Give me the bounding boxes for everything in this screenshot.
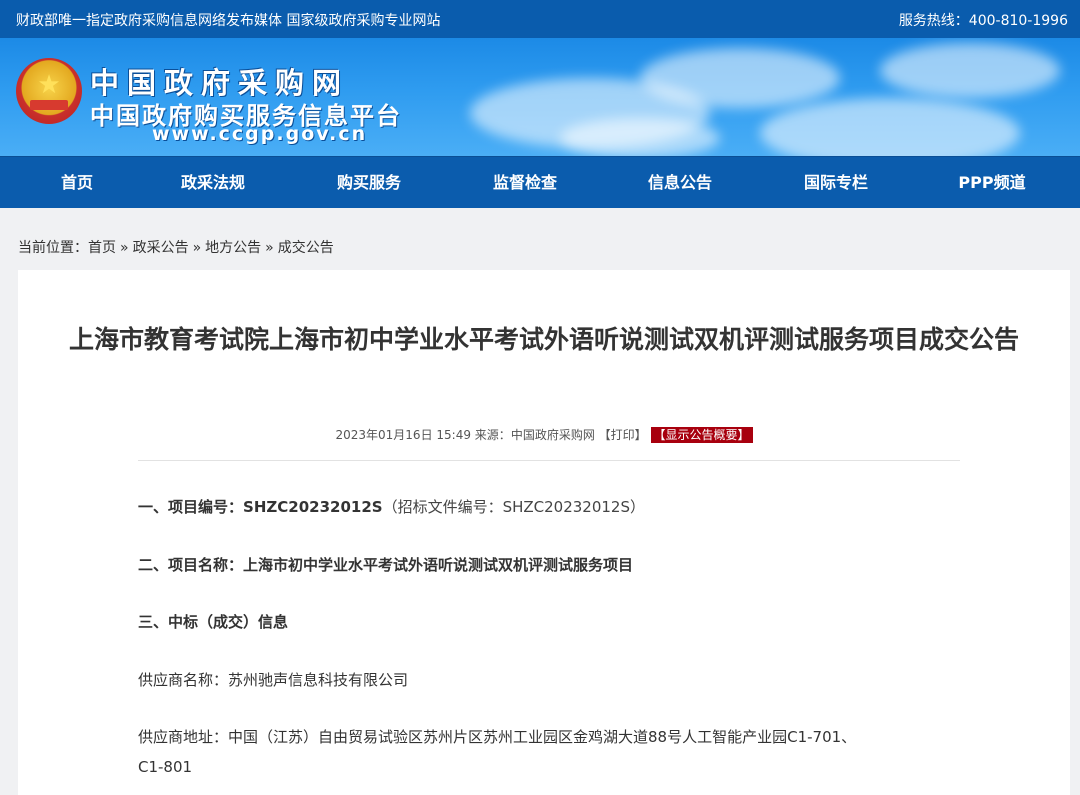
show-summary-button[interactable]: 【显示公告概要】	[650, 427, 753, 443]
award-info-heading: 三、中标（成交）信息	[138, 611, 288, 632]
breadcrumb-local[interactable]: 地方公告	[205, 240, 261, 256]
nav-item-international[interactable]: 国际专栏	[776, 157, 896, 209]
article-card: 上海市教育考试院上海市初中学业水平考试外语听说测试双机评测试服务项目成交公告 2…	[18, 270, 1070, 795]
project-number-line: 一、项目编号：SHZC20232012S（招标文件编号：SHZC20232012…	[138, 496, 645, 517]
nav-item-supervision[interactable]: 监督检查	[465, 157, 585, 209]
supplier-name: 苏州驰声信息科技有限公司	[228, 671, 409, 689]
print-link[interactable]: 【打印】	[599, 428, 647, 442]
project-name-line: 二、项目名称：上海市初中学业水平考试外语听说测试双机评测试服务项目	[138, 554, 633, 575]
breadcrumb-separator: »	[120, 240, 129, 256]
site-banner: ★ 中国政府采购网 中国政府购买服务信息平台 www.ccgp.gov.cn	[0, 38, 1080, 156]
breadcrumb-prefix: 当前位置：	[18, 240, 88, 256]
site-logo-url: www.ccgp.gov.cn	[152, 123, 368, 145]
breadcrumb-deal[interactable]: 成交公告	[278, 240, 334, 256]
breadcrumb-home[interactable]: 首页	[88, 240, 116, 256]
nav-item-announcements[interactable]: 信息公告	[620, 157, 740, 209]
supplier-address-line2: C1-801	[138, 758, 193, 776]
breadcrumb-separator: »	[265, 240, 274, 256]
service-hotline: 服务热线：400-810-1996	[898, 13, 1068, 29]
project-name-value: 上海市初中学业水平考试外语听说测试双机评测试服务项目	[243, 556, 634, 574]
article-title: 上海市教育考试院上海市初中学业水平考试外语听说测试双机评测试服务项目成交公告	[68, 325, 1019, 354]
nav-item-ppp[interactable]: PPP频道	[932, 157, 1052, 209]
project-number-label: 一、项目编号：	[138, 498, 244, 516]
article-meta: 2023年01月16日 15:49 来源：中国政府采购网 【打印】 【显示公告概…	[18, 426, 1070, 443]
top-info-bar: 财政部唯一指定政府采购信息网络发布媒体 国家级政府采购专业网站 服务热线：400…	[0, 0, 1080, 38]
tender-doc-number: （招标文件编号：SHZC20232012S）	[382, 498, 645, 516]
project-number-value: SHZC20232012S	[243, 498, 383, 516]
supplier-address-label: 供应商地址：	[138, 728, 229, 746]
publish-datetime: 2023年01月16日 15:49	[335, 428, 471, 442]
supplier-address: 中国（江苏）自由贸易试验区苏州片区苏州工业园区金鸡湖大道88号人工智能产业园C1…	[228, 728, 857, 746]
supplier-address-continued: C1-801	[138, 758, 192, 776]
source-name: 中国政府采购网	[510, 428, 595, 442]
site-slogan: 财政部唯一指定政府采购信息网络发布媒体 国家级政府采购专业网站	[16, 13, 441, 29]
breadcrumb: 当前位置：首页» 政采公告» 地方公告» 成交公告	[18, 237, 334, 257]
source-label: 来源：	[474, 428, 511, 442]
meta-divider	[138, 460, 960, 461]
supplier-address-line: 供应商地址：中国（江苏）自由贸易试验区苏州片区苏州工业园区金鸡湖大道88号人工智…	[138, 726, 856, 747]
national-emblem-icon[interactable]: ★	[16, 58, 82, 124]
main-nav: 首页 政采法规 购买服务 监督检查 信息公告 国际专栏 PPP频道	[0, 156, 1080, 208]
nav-item-home[interactable]: 首页	[17, 157, 137, 209]
nav-item-purchase-services[interactable]: 购买服务	[309, 157, 429, 209]
supplier-name-line: 供应商名称：苏州驰声信息科技有限公司	[138, 669, 408, 690]
breadcrumb-separator: »	[192, 240, 202, 256]
project-name-label: 二、项目名称：	[138, 556, 244, 574]
award-info-label: 三、中标（成交）信息	[138, 613, 289, 631]
nav-item-regulations[interactable]: 政采法规	[153, 157, 273, 209]
supplier-name-label: 供应商名称：	[138, 671, 229, 689]
breadcrumb-gov-procurement[interactable]: 政采公告	[133, 240, 189, 256]
